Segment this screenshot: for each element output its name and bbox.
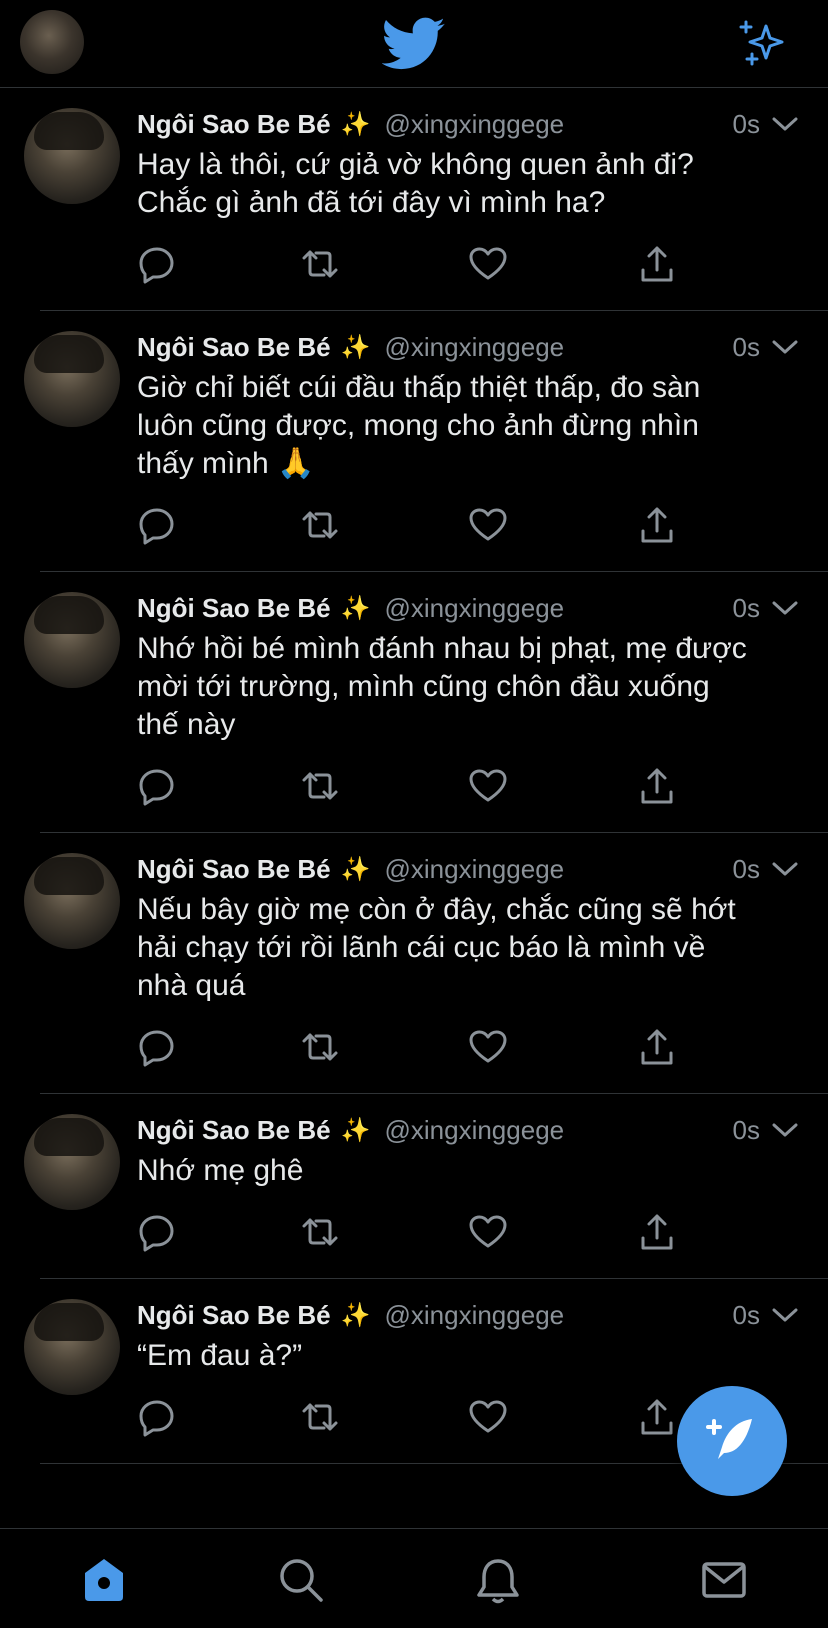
author-handle: @xingxinggege: [384, 592, 565, 623]
timeline: Ngôi Sao Be Bé ✨ @xingxinggege 0s Hay là…: [0, 88, 828, 1528]
retweet-icon[interactable]: [300, 1212, 340, 1252]
tweet-header: Ngôi Sao Be Bé ✨ @xingxinggege 0s: [137, 588, 800, 628]
heart-icon[interactable]: [468, 1212, 508, 1252]
retweet-icon[interactable]: [300, 766, 340, 806]
sparkles-emoji: ✨: [340, 855, 371, 883]
sparkles-emoji: ✨: [340, 333, 371, 361]
twitter-bird-icon[interactable]: [381, 16, 446, 77]
chevron-down-icon[interactable]: [772, 1120, 798, 1140]
profile-avatar[interactable]: [20, 10, 84, 74]
heart-icon[interactable]: [468, 244, 508, 284]
share-icon[interactable]: [637, 244, 677, 284]
tweet-actions: [137, 244, 800, 292]
heart-icon[interactable]: [468, 1397, 508, 1437]
author-handle: @xingxinggege: [384, 1299, 565, 1330]
sparkles-emoji: ✨: [340, 110, 371, 138]
chevron-down-icon[interactable]: [772, 598, 798, 618]
chevron-down-icon[interactable]: [772, 337, 798, 357]
mail-icon[interactable]: [699, 1555, 749, 1605]
tweet-text: Giờ chỉ biết cúi đầu thấp thiệt thấp, đo…: [137, 371, 701, 480]
tweet-time: 0s: [732, 853, 760, 884]
avatar[interactable]: [24, 331, 120, 427]
tweet-header: Ngôi Sao Be Bé ✨ @xingxinggege 0s: [137, 849, 800, 889]
tweet-time: 0s: [732, 592, 760, 623]
tweet-header: Ngôi Sao Be Bé ✨ @xingxinggege 0s: [137, 327, 800, 367]
feather-plus-icon: [706, 1419, 752, 1459]
reply-icon[interactable]: [137, 1212, 177, 1252]
author-handle: @xingxinggege: [384, 853, 565, 884]
tweet-cell[interactable]: Ngôi Sao Be Bé ✨ @xingxinggege 0s Giờ ch…: [24, 311, 828, 572]
reply-icon[interactable]: [137, 1027, 177, 1067]
heart-icon[interactable]: [468, 766, 508, 806]
tweet-header: Ngôi Sao Be Bé ✨ @xingxinggege 0s: [137, 1295, 800, 1335]
tweet-actions: [137, 505, 800, 553]
retweet-icon[interactable]: [300, 505, 340, 545]
sparkles-emoji: ✨: [340, 594, 371, 622]
author-name[interactable]: Ngôi Sao Be Bé: [137, 1300, 331, 1331]
share-icon[interactable]: [637, 1027, 677, 1067]
tweet-text: Hay là thôi, cứ giả vờ không quen ảnh đi…: [137, 148, 694, 219]
retweet-icon[interactable]: [300, 1397, 340, 1437]
avatar[interactable]: [24, 853, 120, 949]
tweet-actions: [137, 766, 800, 814]
bell-icon[interactable]: [473, 1555, 523, 1605]
retweet-icon[interactable]: [300, 244, 340, 284]
avatar[interactable]: [24, 1299, 120, 1395]
tweet-text: Nhớ mẹ ghê: [137, 1154, 304, 1187]
author-name[interactable]: Ngôi Sao Be Bé: [137, 332, 331, 363]
top-bar: [0, 0, 828, 88]
reply-icon[interactable]: [137, 1397, 177, 1437]
tweet-text: Nếu bây giờ mẹ còn ở đây, chắc cũng sẽ h…: [137, 893, 736, 1002]
compose-tweet-button[interactable]: [677, 1386, 787, 1496]
author-name[interactable]: Ngôi Sao Be Bé: [137, 1115, 331, 1146]
author-name[interactable]: Ngôi Sao Be Bé: [137, 854, 331, 885]
tweet-cell[interactable]: Ngôi Sao Be Bé ✨ @xingxinggege 0s Nhớ hồ…: [24, 572, 828, 833]
avatar[interactable]: [24, 108, 120, 204]
author-name[interactable]: Ngôi Sao Be Bé: [137, 109, 331, 140]
reply-icon[interactable]: [137, 505, 177, 545]
tweet-cell[interactable]: Ngôi Sao Be Bé ✨ @xingxinggege 0s Nếu bâ…: [24, 833, 828, 1094]
search-icon[interactable]: [276, 1555, 326, 1605]
tweet-text: Nhớ hồi bé mình đánh nhau bị phạt, mẹ đư…: [137, 632, 747, 741]
share-icon[interactable]: [637, 505, 677, 545]
tweet-cell[interactable]: Ngôi Sao Be Bé ✨ @xingxinggege 0s Hay là…: [24, 88, 828, 311]
sparkle-icon[interactable]: [738, 18, 788, 71]
avatar[interactable]: [24, 1114, 120, 1210]
tweet-time: 0s: [732, 108, 760, 139]
chevron-down-icon[interactable]: [772, 1305, 798, 1325]
author-handle: @xingxinggege: [384, 331, 565, 362]
tweet-header: Ngôi Sao Be Bé ✨ @xingxinggege 0s: [137, 1110, 800, 1150]
author-name[interactable]: Ngôi Sao Be Bé: [137, 593, 331, 624]
tweet-text: “Em đau à?”: [137, 1339, 303, 1372]
tweet-cell[interactable]: Ngôi Sao Be Bé ✨ @xingxinggege 0s Nhớ mẹ…: [24, 1094, 828, 1279]
chevron-down-icon[interactable]: [772, 859, 798, 879]
tweet-time: 0s: [732, 331, 760, 362]
tweet-actions: [137, 1027, 800, 1075]
reply-icon[interactable]: [137, 766, 177, 806]
home-icon[interactable]: [79, 1555, 129, 1605]
share-icon[interactable]: [637, 766, 677, 806]
tweet-header: Ngôi Sao Be Bé ✨ @xingxinggege 0s: [137, 104, 800, 144]
sparkles-emoji: ✨: [340, 1301, 371, 1329]
author-handle: @xingxinggege: [384, 108, 565, 139]
reply-icon[interactable]: [137, 244, 177, 284]
sparkles-emoji: ✨: [340, 1116, 371, 1144]
bottom-tab-bar: [0, 1528, 828, 1628]
heart-icon[interactable]: [468, 505, 508, 545]
tweet-time: 0s: [732, 1114, 760, 1145]
share-icon[interactable]: [637, 1212, 677, 1252]
heart-icon[interactable]: [468, 1027, 508, 1067]
tweet-actions: [137, 1212, 800, 1260]
author-handle: @xingxinggege: [384, 1114, 565, 1145]
chevron-down-icon[interactable]: [772, 114, 798, 134]
tweet-time: 0s: [732, 1299, 760, 1330]
share-icon[interactable]: [637, 1397, 677, 1437]
avatar[interactable]: [24, 592, 120, 688]
retweet-icon[interactable]: [300, 1027, 340, 1067]
